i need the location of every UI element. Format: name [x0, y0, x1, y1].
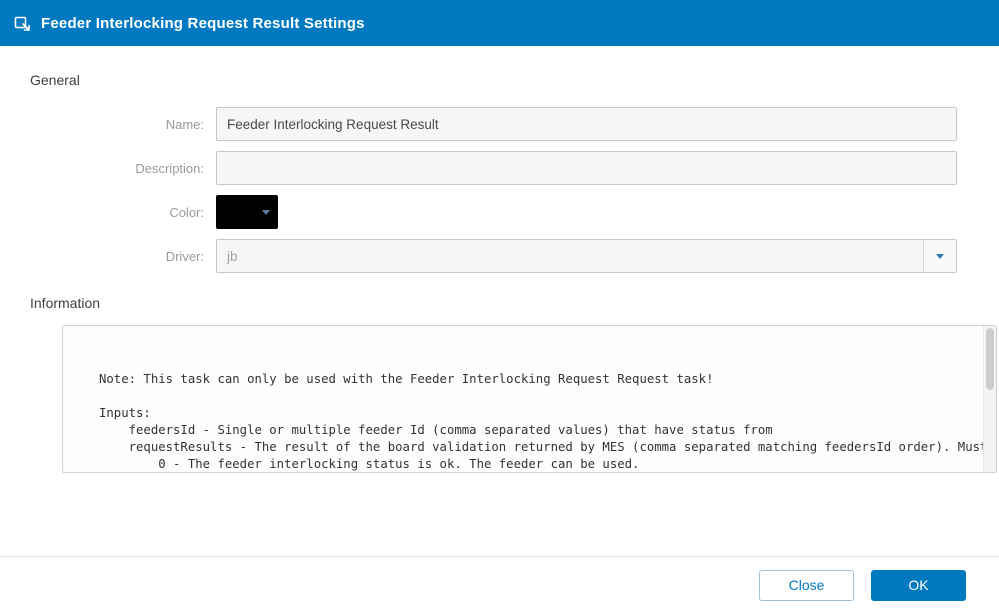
scrollbar-thumb[interactable] [986, 328, 994, 390]
color-dropdown[interactable] [216, 195, 278, 229]
ok-button[interactable]: OK [871, 570, 966, 601]
driver-input[interactable] [217, 240, 923, 272]
driver-label: Driver: [30, 249, 216, 264]
dialog-header: Feeder Interlocking Request Result Setti… [0, 0, 999, 46]
section-general-label: General [30, 72, 999, 88]
chevron-down-icon [936, 254, 944, 259]
task-settings-icon [14, 15, 31, 32]
name-label: Name: [30, 117, 216, 132]
chevron-down-icon [262, 210, 270, 215]
description-row: Description: [30, 151, 999, 185]
information-text: Note: This task can only be used with th… [63, 326, 996, 473]
driver-combobox[interactable] [216, 239, 957, 273]
driver-dropdown-button[interactable] [923, 240, 956, 272]
driver-row: Driver: [30, 239, 999, 273]
settings-dialog: Feeder Interlocking Request Result Setti… [0, 0, 999, 613]
description-label: Description: [30, 161, 216, 176]
color-row: Color: [30, 195, 999, 229]
color-label: Color: [30, 205, 216, 220]
dialog-body: General Name: Description: Color: Driver… [0, 72, 999, 473]
vertical-scrollbar[interactable] [983, 326, 996, 472]
section-information-label: Information [30, 295, 999, 311]
dialog-title: Feeder Interlocking Request Result Setti… [41, 15, 365, 32]
close-button[interactable]: Close [759, 570, 854, 601]
name-input[interactable] [216, 107, 957, 141]
information-panel: Note: This task can only be used with th… [62, 325, 997, 473]
description-input[interactable] [216, 151, 957, 185]
dialog-footer: Close OK [0, 556, 999, 613]
name-row: Name: [30, 107, 999, 141]
